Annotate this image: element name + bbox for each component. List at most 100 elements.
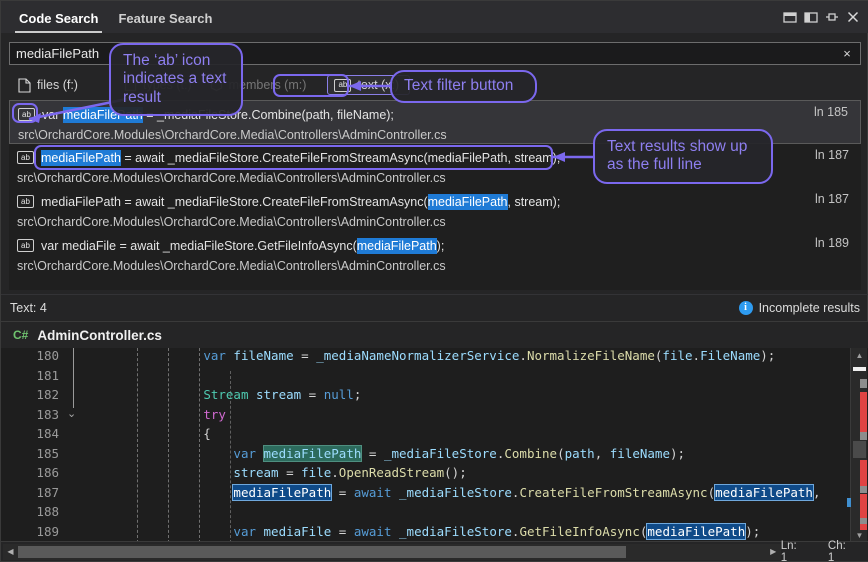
scroll-marker: [860, 432, 867, 440]
code-token: null: [324, 387, 354, 402]
annotation-text-filter-note: Text filter button: [390, 70, 537, 103]
code-line[interactable]: 188: [1, 504, 868, 524]
code-line[interactable]: 187 mediaFilePath = await _mediaFileStor…: [1, 485, 868, 505]
code-token: try: [203, 407, 226, 422]
tab-code-search[interactable]: Code Search: [9, 5, 108, 33]
code-token: var: [233, 446, 256, 461]
result-path: src\OrchardCore.Modules\OrchardCore.Medi…: [9, 212, 861, 232]
code-token: =: [331, 485, 354, 500]
code-token: [113, 524, 233, 539]
code-token: .: [519, 348, 527, 363]
code-token: [113, 407, 203, 422]
code-token: file: [301, 465, 331, 480]
line-number: 185: [1, 446, 59, 461]
annotation-text: Text filter button: [404, 77, 513, 95]
line-number: 186: [1, 465, 59, 480]
results-count: Text: 4: [1, 301, 47, 315]
code-token: (: [557, 446, 565, 461]
code-token: [113, 446, 233, 461]
code-token: ,: [595, 446, 610, 461]
code-token: fileName: [610, 446, 670, 461]
code-preview-editor[interactable]: 180 var fileName = _mediaNameNormalizerS…: [1, 348, 868, 543]
code-token: );: [745, 524, 760, 539]
caret-char: Ch: 1: [828, 540, 855, 562]
code-line-text: var mediaFilePath = _mediaFileStore.Comb…: [113, 446, 685, 461]
code-line[interactable]: 183 ⌄ try: [1, 407, 868, 427]
line-number: 183: [1, 407, 59, 422]
line-number: 187: [1, 485, 59, 500]
code-line-text: try: [113, 407, 226, 422]
result-line-number: ln 187: [815, 148, 849, 162]
scrollbar-thumb[interactable]: [853, 441, 866, 458]
scroll-marker: [860, 494, 867, 518]
annotation-ab-icon-note: The ‘ab’ icon indicates a text result: [109, 43, 243, 116]
scroll-left-icon[interactable]: ◀: [3, 544, 18, 560]
code-line-text: var mediaFile = await _mediaFileStore.Ge…: [113, 524, 760, 539]
code-line[interactable]: 184 {: [1, 426, 868, 446]
result-line-number: ln 189: [815, 236, 849, 250]
code-token: FileName: [700, 348, 760, 363]
scroll-right-icon[interactable]: ▶: [766, 544, 781, 560]
result-seg: = await _mediaFileStore.CreateFileFromSt…: [121, 151, 560, 165]
close-icon[interactable]: [846, 10, 860, 24]
code-token: ,: [813, 485, 821, 500]
clear-search-icon[interactable]: ×: [834, 43, 860, 64]
line-number: 180: [1, 348, 59, 363]
code-token: [256, 446, 264, 461]
editor-vertical-scrollbar[interactable]: ▲ ▼: [850, 348, 867, 543]
result-match: mediaFilePath: [428, 194, 508, 210]
preview-header: C# AdminController.cs: [1, 321, 868, 348]
incomplete-results-notice[interactable]: i Incomplete results: [739, 301, 868, 315]
code-token: await: [354, 485, 392, 500]
ab-icon: ab: [18, 108, 35, 121]
line-number: 189: [1, 524, 59, 539]
scroll-marker: [860, 379, 867, 388]
filter-chip-files[interactable]: files (f:): [11, 75, 89, 96]
line-number: 181: [1, 368, 59, 383]
code-token: CreateFileFromStreamAsync: [519, 485, 707, 500]
code-token: [113, 348, 203, 363]
code-token: NormalizeFileName: [527, 348, 655, 363]
result-match: mediaFilePath: [357, 238, 437, 254]
code-token: =: [294, 348, 317, 363]
result-line: ab var mediaFile = await _mediaFileStore…: [9, 235, 861, 256]
code-token: mediaFilePath: [647, 524, 745, 539]
hscrollbar-thumb[interactable]: [18, 546, 626, 558]
code-token: {: [113, 426, 211, 441]
scroll-marker: [860, 486, 867, 493]
split-pane-icon[interactable]: [804, 10, 818, 24]
code-token: OpenReadStream: [339, 465, 444, 480]
code-line[interactable]: 182 Stream stream = null;: [1, 387, 868, 407]
code-token: =: [301, 387, 324, 402]
code-line[interactable]: 180 var fileName = _mediaNameNormalizerS…: [1, 348, 868, 368]
annotation-text: Text results show up as the full line: [607, 138, 747, 173]
scroll-up-icon[interactable]: ▲: [851, 348, 868, 363]
filter-chip-files-label: files (f:): [37, 78, 78, 92]
result-line-text: mediaFilePath = await _mediaFileStore.Cr…: [41, 195, 560, 209]
code-token: mediaFilePath: [233, 485, 331, 500]
line-number: 188: [1, 504, 59, 519]
ab-icon: ab: [17, 195, 34, 208]
ab-icon: ab: [334, 79, 351, 92]
editor-status-bar: ◀ ▶ Ln: 1 Ch: 1: [1, 541, 868, 561]
ab-icon: ab: [17, 151, 34, 164]
result-row[interactable]: ab var mediaFile = await _mediaFileStore…: [9, 232, 861, 276]
code-token: fileName: [233, 348, 293, 363]
result-seg: var: [42, 108, 63, 122]
result-row[interactable]: ab mediaFilePath = await _mediaFileStore…: [9, 188, 861, 232]
code-token: .: [693, 348, 701, 363]
code-line[interactable]: 181: [1, 368, 868, 388]
code-token: path: [565, 446, 595, 461]
code-line-text: stream = file.OpenReadStream();: [113, 465, 467, 480]
info-icon: i: [739, 301, 753, 315]
ab-icon: ab: [17, 239, 34, 252]
code-line[interactable]: 186 stream = file.OpenReadStream();: [1, 465, 868, 485]
tab-feature-search[interactable]: Feature Search: [108, 5, 222, 33]
fold-chevron-icon[interactable]: ⌄: [67, 407, 81, 420]
window-controls: [783, 10, 868, 24]
editor-horizontal-scrollbar[interactable]: ◀ ▶: [3, 544, 781, 560]
code-token: Combine: [504, 446, 557, 461]
code-line[interactable]: 185 var mediaFilePath = _mediaFileStore.…: [1, 446, 868, 466]
dock-tabbed-icon[interactable]: [783, 10, 797, 24]
pin-icon[interactable]: [825, 10, 839, 24]
